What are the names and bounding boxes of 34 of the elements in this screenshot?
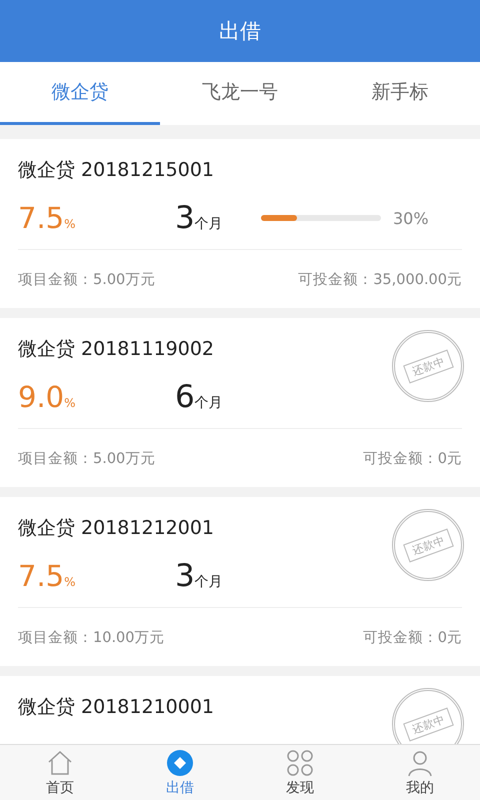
loan-title: 微企贷 20181212001 xyxy=(18,516,214,541)
nav-item[interactable]: 我的 xyxy=(360,745,480,800)
interest-rate: 7.5% xyxy=(18,559,77,593)
project-amount: 项目金额：10.00万元 xyxy=(18,628,165,646)
category-tab[interactable]: 飞龙一号 xyxy=(160,62,320,125)
available-amount: 可投金额：0元 xyxy=(362,450,462,468)
project-amount: 项目金额：5.00万元 xyxy=(18,270,156,288)
loan-title: 微企贷 20181119002 xyxy=(18,337,214,362)
loan-card[interactable]: 微企贷 20181215001 7.5% 3个月 30% 项目金额：5.00万元 可投金额：35,000.00元 xyxy=(0,139,480,308)
page-title: 出借 xyxy=(219,18,261,45)
loan-card[interactable]: 微企贷 20181210001 还款中 xyxy=(0,676,480,744)
available-amount: 可投金额：35,000.00元 xyxy=(298,270,462,288)
loan-card[interactable]: 微企贷 20181212001 7.5% 3个月 项目金额：10.00万元 可投金额：0元 还款中 xyxy=(0,497,480,666)
loan-term: 3个月 xyxy=(175,200,224,236)
repaying-stamp: 还款中 xyxy=(392,330,464,402)
category-tab[interactable]: 新手标 xyxy=(320,62,480,125)
repaying-stamp: 还款中 xyxy=(392,509,464,581)
loan-card[interactable]: 微企贷 20181119002 9.0% 6个月 项目金额：5.00万元 可投金额：0元 还款中 xyxy=(0,318,480,487)
user-icon xyxy=(406,748,434,776)
available-amount: 可投金额：0元 xyxy=(362,628,462,646)
project-amount: 项目金额：5.00万元 xyxy=(18,450,156,468)
interest-rate: 7.5% xyxy=(18,201,77,235)
interest-rate: 9.0% xyxy=(18,380,77,414)
nav-item[interactable]: 首页 xyxy=(0,745,120,800)
loan-title: 微企贷 20181215001 xyxy=(18,158,214,183)
nav-item[interactable]: 发现 xyxy=(240,745,360,800)
loan-term: 6个月 xyxy=(175,379,224,415)
home-icon xyxy=(46,748,74,776)
nav-item[interactable]: 出借 xyxy=(120,745,240,800)
progress-percent: 30% xyxy=(393,208,429,228)
category-tab[interactable]: 微企贷 xyxy=(0,62,160,125)
loan-term: 3个月 xyxy=(175,558,224,594)
loan-title: 微企贷 20181210001 xyxy=(18,695,214,720)
grid-icon xyxy=(286,748,314,776)
